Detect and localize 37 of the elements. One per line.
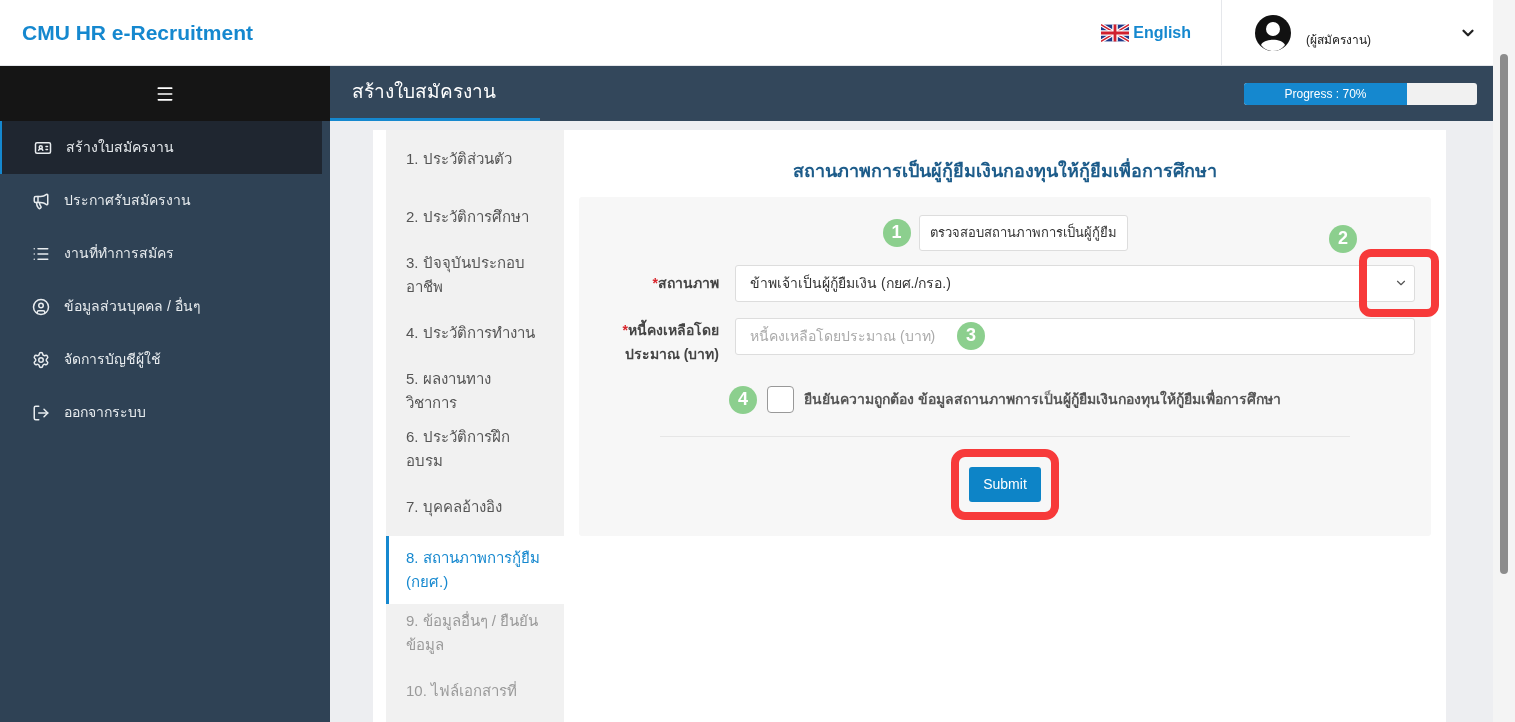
language-link[interactable]: English: [1101, 20, 1191, 45]
megaphone-icon: [32, 191, 50, 210]
status-select[interactable]: ข้าพเจ้าเป็นผู้กู้ยืมเงิน (กยศ./กรอ.): [735, 264, 1415, 302]
user-circle-icon: [32, 297, 50, 316]
sidebar-item[interactable]: จัดการบัญชีผู้ใช้: [0, 333, 330, 386]
submit-button[interactable]: Submit: [969, 466, 1041, 502]
page-title: สร้างใบสมัครงาน: [352, 79, 496, 104]
step-tab[interactable]: 8. สถานภาพการกู้ยืม (กยศ.): [386, 536, 564, 604]
step-tab[interactable]: 7. บุคคลอ้างอิง: [386, 478, 564, 536]
user-role: (ผู้สมัครงาน): [1306, 31, 1371, 49]
sidebar-item[interactable]: ข้อมูลส่วนบุคคล / อื่นๆ: [0, 280, 330, 333]
step-marker: 4: [729, 385, 758, 414]
confirm-checkbox[interactable]: [767, 386, 795, 413]
logout-icon: [32, 403, 50, 422]
progress-label: Progress : 70%: [1283, 85, 1368, 103]
form-title: สถานภาพการเป็นผู้กู้ยืมเงินกองทุนให้กู้ยืมเพื่อการศึกษา: [579, 158, 1431, 185]
app-logo[interactable]: CMU HR e-Recruitment: [22, 16, 254, 49]
step-tab[interactable]: 2. ประวัติการศึกษา: [386, 188, 564, 246]
debt-label: *หนี้คงเหลือโดยประมาณ (บาท): [621, 318, 719, 364]
step-tab[interactable]: 1. ประวัติส่วนตัว: [386, 130, 564, 188]
sidebar-item[interactable]: สร้างใบสมัครงาน: [0, 121, 322, 174]
status-label: *สถานภาพ: [652, 273, 719, 293]
sidebar-item[interactable]: ออกจากระบบ: [0, 386, 330, 439]
gear-icon: [32, 350, 50, 369]
step-marker: 2: [1329, 224, 1357, 253]
step-tab[interactable]: 3. ปัจจุบันประกอบอาชีพ: [386, 246, 564, 304]
confirm-label: ยืนยันความถูกต้อง ข้อมูลสถานภาพการเป็นผู้กู้ยืมเงินกองทุนให้กู้ยืมเพื่อการศึกษา: [804, 389, 1281, 410]
step-tab[interactable]: 6. ประวัติการฝึกอบรม: [386, 420, 564, 478]
check-status-button[interactable]: ตรวจสอบสถานภาพการเป็นผู้กู้ยืม: [918, 215, 1128, 251]
sidebar-item[interactable]: ประกาศรับสมัครงาน: [0, 174, 330, 227]
scrollbar[interactable]: [1493, 0, 1515, 722]
uk-flag-icon: [1101, 23, 1130, 42]
step-marker: 1: [882, 218, 911, 247]
sidebar-item[interactable]: งานที่ทำการสมัคร: [0, 227, 330, 280]
step-tab[interactable]: 5. ผลงานทางวิชาการ: [386, 362, 564, 420]
avatar-icon: [1254, 13, 1292, 52]
step-tab[interactable]: 4. ประวัติการทำงาน: [386, 304, 564, 362]
